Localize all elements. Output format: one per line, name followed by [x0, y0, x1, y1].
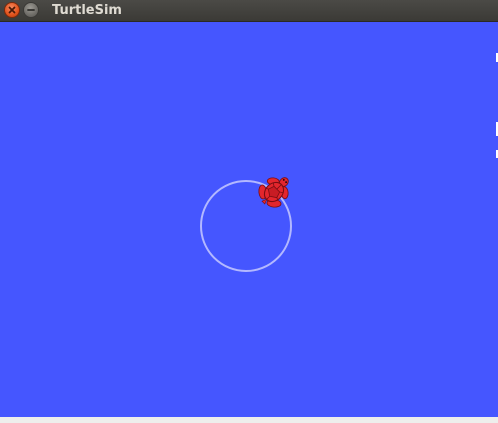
close-icon: [8, 6, 16, 14]
window-bottom-edge: [0, 417, 498, 423]
turtle-icon: [258, 177, 289, 208]
minimize-icon: [27, 9, 35, 11]
window-title: TurtleSim: [52, 3, 122, 18]
title-bar[interactable]: TurtleSim: [0, 0, 498, 22]
minimize-button[interactable]: [23, 2, 39, 18]
turtle-canvas[interactable]: [0, 22, 498, 417]
turtlesim-window: TurtleSim: [0, 0, 498, 423]
drawing-surface: [200, 177, 292, 272]
close-button[interactable]: [4, 2, 20, 18]
